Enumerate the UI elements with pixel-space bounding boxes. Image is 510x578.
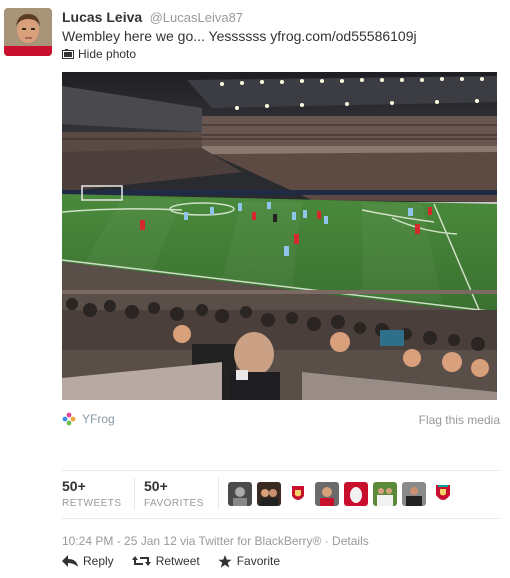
stadium-photo-icon — [62, 72, 497, 400]
avatar[interactable] — [4, 8, 52, 56]
reply-button[interactable]: Reply — [62, 554, 114, 568]
hide-photo-link[interactable]: Hide photo — [62, 47, 136, 61]
liverpool-crest-icon — [286, 482, 310, 506]
favorite-button[interactable]: Favorite — [218, 554, 280, 568]
media-provider[interactable]: YFrog — [62, 412, 115, 426]
user-handle[interactable]: @LucasLeiva87 — [150, 10, 243, 25]
tweet-meta[interactable]: 10:24 PM - 25 Jan 12 via Twitter for Bla… — [62, 534, 369, 548]
divider — [62, 470, 500, 471]
retweets-label: RETWEETS — [62, 498, 122, 509]
liverpool-crest-icon — [431, 482, 455, 506]
stat-divider — [134, 478, 135, 510]
favoriter-avatar[interactable] — [344, 482, 368, 506]
retweets-stat[interactable]: 50+ RETWEETS — [62, 478, 122, 509]
favorites-stat[interactable]: 50+ FAVORITES — [144, 478, 204, 509]
favoriter-avatar[interactable] — [286, 482, 310, 506]
reply-arrow-icon — [62, 555, 78, 567]
tweet-actions: Reply Retweet Favorite — [62, 554, 280, 568]
player-photo-icon — [402, 482, 426, 506]
team-photo-icon — [373, 482, 397, 506]
tweet-text: Wembley here we go... Yessssss yfrog.com… — [62, 28, 417, 44]
favoriter-avatar[interactable] — [228, 482, 252, 506]
tweet-photo[interactable] — [62, 72, 497, 400]
favorite-label: Favorite — [236, 554, 281, 568]
person-silhouette-icon — [228, 482, 252, 506]
favoriter-avatar[interactable] — [257, 482, 281, 506]
player-avatar-icon — [4, 8, 52, 56]
divider — [62, 518, 500, 519]
favoriter-avatar[interactable] — [373, 482, 397, 506]
egg-icon — [344, 482, 368, 506]
retweet-button[interactable]: Retweet — [131, 554, 200, 568]
favoriter-avatar[interactable] — [431, 482, 455, 506]
favoriter-avatar[interactable] — [402, 482, 426, 506]
favorites-count: 50+ — [144, 478, 168, 494]
retweet-label: Retweet — [155, 554, 200, 568]
favoriter-avatar[interactable] — [315, 482, 339, 506]
retweet-icon — [131, 556, 151, 566]
tweet-header: Lucas Leiva @LucasLeiva87 — [62, 9, 243, 27]
flag-media-link[interactable]: Flag this media — [419, 413, 500, 427]
tweet-stats: 50+ RETWEETS 50+ FAVORITES — [62, 472, 500, 518]
portrait-icon — [315, 482, 339, 506]
retweets-count: 50+ — [62, 478, 86, 494]
favoriter-avatars — [228, 482, 455, 506]
favorites-label: FAVORITES — [144, 498, 204, 509]
display-name[interactable]: Lucas Leiva — [62, 9, 142, 25]
media-provider-label: YFrog — [82, 412, 115, 426]
hide-photo-label: Hide photo — [78, 47, 137, 61]
reply-label: Reply — [83, 554, 114, 568]
stat-divider — [218, 478, 219, 510]
photo-icon — [62, 49, 74, 59]
star-icon — [218, 554, 232, 568]
group-photo-icon — [257, 482, 281, 506]
yfrog-logo-icon — [62, 412, 76, 426]
media-footer: YFrog Flag this media — [62, 410, 500, 430]
